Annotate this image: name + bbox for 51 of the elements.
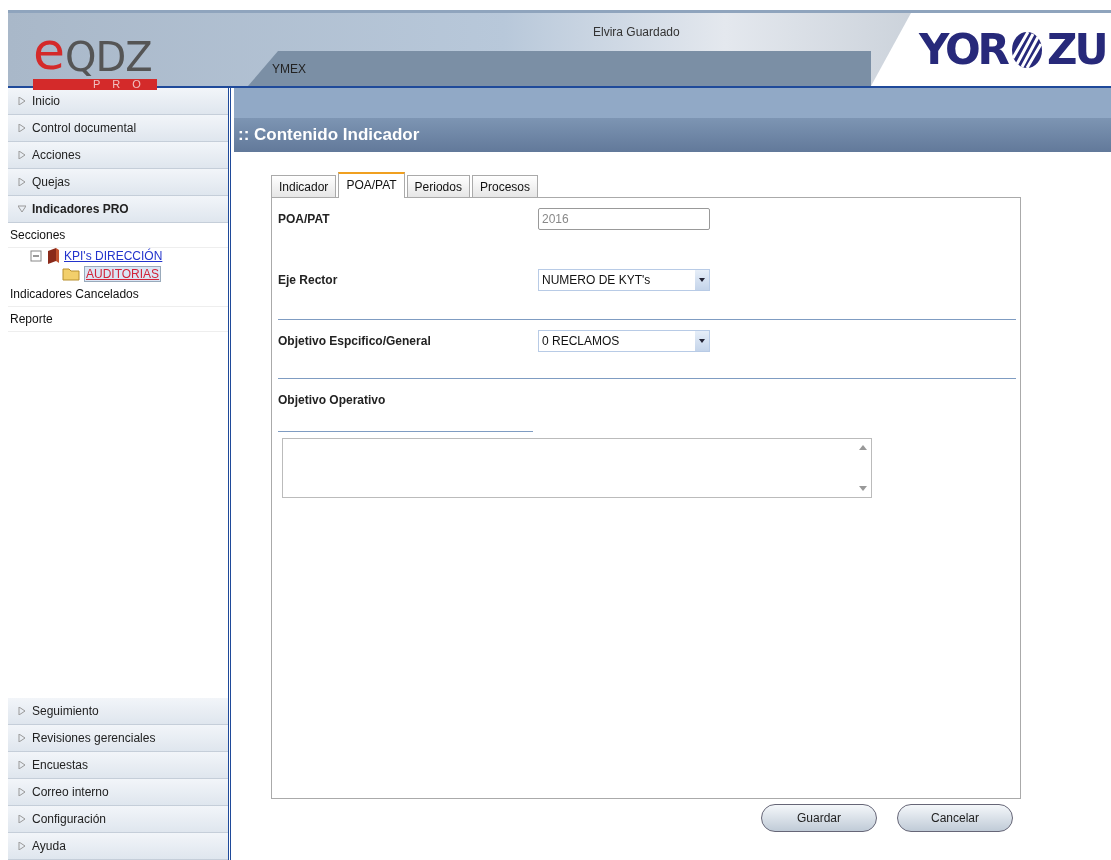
tab[interactable]: Periodos bbox=[406, 175, 470, 197]
submenu-item[interactable]: Indicadores Cancelados bbox=[8, 282, 228, 307]
company-name: YMEX bbox=[272, 61, 306, 76]
menu-item[interactable]: Quejas bbox=[8, 169, 228, 196]
menu-item[interactable]: Ayuda bbox=[8, 833, 228, 860]
menu-item[interactable]: Encuestas bbox=[8, 752, 228, 779]
expand-icon bbox=[18, 815, 26, 823]
collapse-icon bbox=[18, 205, 26, 213]
field-label: Objetivo Operativo bbox=[278, 392, 387, 409]
dropdown-arrow-icon bbox=[699, 339, 705, 343]
menu-item[interactable]: Inicio bbox=[8, 88, 228, 115]
dropdown[interactable]: NUMERO DE KYT's bbox=[538, 269, 710, 291]
tab[interactable]: Procesos bbox=[472, 175, 538, 197]
submenu-item[interactable]: Secciones bbox=[8, 223, 228, 248]
dropdown[interactable]: 0 RECLAMOS bbox=[538, 330, 710, 352]
expand-icon bbox=[18, 97, 26, 105]
collapse-icon[interactable] bbox=[30, 250, 42, 262]
expand-icon bbox=[18, 124, 26, 132]
text-area[interactable] bbox=[282, 438, 872, 498]
scroll-up-icon[interactable] bbox=[859, 445, 867, 450]
field-label: Objetivo Espcifico/General bbox=[278, 333, 432, 350]
menu-item[interactable]: Control documental bbox=[8, 115, 228, 142]
tab[interactable]: Indicador bbox=[271, 175, 337, 197]
menu-item[interactable]: Acciones bbox=[8, 142, 228, 169]
user-name: Elvira Guardado bbox=[593, 25, 680, 39]
expand-icon bbox=[18, 761, 26, 769]
tree-link[interactable]: KPI's DIRECCIÓN bbox=[64, 249, 163, 263]
menu-item[interactable]: Indicadores PRO bbox=[8, 196, 228, 223]
brand-logo: YOR ZU bbox=[871, 13, 1111, 86]
scroll-down-icon[interactable] bbox=[859, 486, 867, 491]
book-icon bbox=[46, 248, 60, 264]
menu-item[interactable]: Correo interno bbox=[8, 779, 228, 806]
tree-link[interactable]: AUDITORIAS bbox=[84, 266, 162, 282]
action-button[interactable]: Cancelar bbox=[897, 804, 1013, 832]
menu-item[interactable]: Configuración bbox=[8, 806, 228, 833]
folder-icon bbox=[62, 267, 80, 281]
expand-icon bbox=[18, 842, 26, 850]
dropdown-arrow-icon bbox=[699, 278, 705, 282]
field-label: POA/PAT bbox=[278, 211, 331, 228]
expand-icon bbox=[18, 178, 26, 186]
submenu-item[interactable]: Reporte bbox=[8, 307, 228, 332]
section-title: :: Contenido Indicador bbox=[234, 118, 1111, 152]
tab[interactable]: POA/PAT bbox=[338, 172, 405, 198]
menu-item[interactable]: Revisiones gerenciales bbox=[8, 725, 228, 752]
menu-item[interactable]: Seguimiento bbox=[8, 698, 228, 725]
expand-icon bbox=[18, 734, 26, 742]
action-button[interactable]: Guardar bbox=[761, 804, 877, 832]
field-label: Eje Rector bbox=[278, 272, 339, 289]
expand-icon bbox=[18, 788, 26, 796]
expand-icon bbox=[18, 151, 26, 159]
expand-icon bbox=[18, 707, 26, 715]
